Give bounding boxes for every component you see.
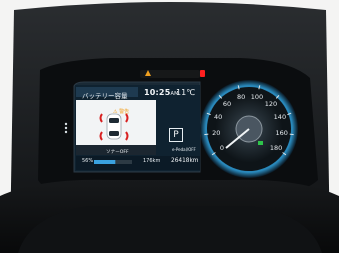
speed-tick-120: 120 [264, 100, 278, 109]
battery-bar-fill [94, 160, 116, 164]
sonar-off-message: ソナーOFF [106, 150, 129, 155]
speed-tick-0: 0 [219, 143, 225, 152]
speed-tick-140: 140 [273, 113, 287, 122]
speed-tick-160: 160 [275, 129, 288, 138]
battery-percent: 56% [82, 158, 94, 164]
outside-temperature: 11℃ [176, 88, 196, 97]
warning-label: ⚠ 警告 [113, 109, 130, 115]
speed-tick-180: 180 [269, 143, 283, 152]
e-pedal-status: e-Pedal/OFF [172, 147, 196, 152]
speed-tick-20: 20 [212, 129, 221, 138]
odometer: 26418km [171, 158, 199, 164]
range-remaining: 176km [143, 158, 161, 164]
speed-tick-60: 60 [222, 100, 232, 109]
clock: 10:25AM [144, 88, 179, 97]
parking-icon: P [169, 128, 183, 142]
tab-battery-capacity: バッテリー容量 [82, 92, 128, 100]
ready-indicator-icon [258, 141, 263, 145]
speed-tick-40: 40 [213, 113, 223, 122]
red-brake-icon [200, 70, 205, 77]
clock-time: 10:25 [144, 88, 171, 97]
instrument-cluster [0, 0, 339, 253]
